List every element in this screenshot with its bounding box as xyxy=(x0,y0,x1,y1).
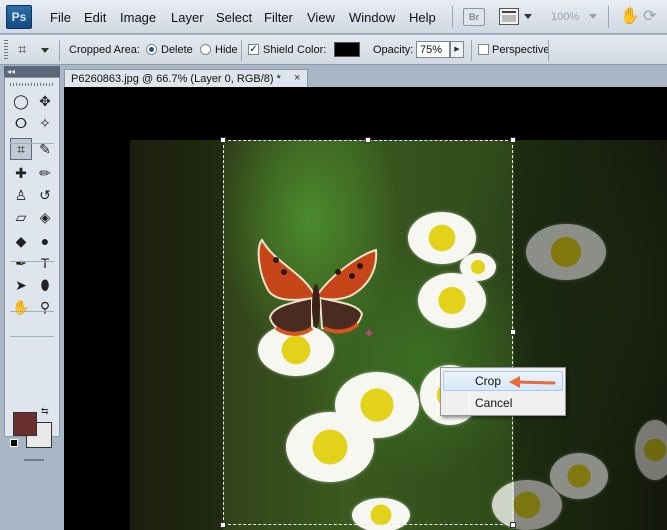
shield-checkbox[interactable]: ✓ xyxy=(248,44,259,55)
shape-tool-icon[interactable]: ⬮ xyxy=(34,274,56,296)
hide-radio[interactable] xyxy=(200,44,211,55)
zoom-tool-icon[interactable]: ⚲ xyxy=(34,296,56,318)
quick-mask-button[interactable] xyxy=(24,459,44,461)
toolbox: ◂◂ ◯ ✥ ⵔ ✧ ⌗ ✎ ✚ ✏ ♙ ↺ ▱ ◈ ◆ ● ✒ T ➤ ⬮ ✋ ⚲ ⇆ xyxy=(0,66,64,530)
opacity-slider-arrow-icon[interactable]: ▶ xyxy=(450,41,464,58)
bridge-button[interactable]: Br xyxy=(463,8,485,26)
clone-stamp-tool-icon[interactable]: ♙ xyxy=(10,184,32,206)
perspective-label[interactable]: Perspective xyxy=(492,44,549,56)
close-icon[interactable]: × xyxy=(294,72,300,84)
move-tool-icon[interactable]: ✥ xyxy=(34,90,56,112)
pen-tool-icon[interactable]: ✒ xyxy=(10,252,32,274)
menu-help[interactable]: Help xyxy=(409,10,436,25)
perspective-checkbox[interactable] xyxy=(478,44,489,55)
zoom-chevron-down-icon[interactable] xyxy=(589,14,597,19)
magic-wand-tool-icon[interactable]: ✧ xyxy=(34,112,56,134)
screen-mode-chevron-down-icon[interactable] xyxy=(524,14,532,19)
delete-radio[interactable] xyxy=(146,44,157,55)
lasso-tool-icon[interactable]: ⵔ xyxy=(10,112,32,134)
shield-color-swatch[interactable] xyxy=(334,42,360,57)
menu-window[interactable]: Window xyxy=(349,10,395,25)
opacity-label: Opacity: xyxy=(373,44,414,56)
menu-layer[interactable]: Layer xyxy=(171,10,204,25)
crop-handle-top-right[interactable] xyxy=(510,137,516,143)
paint-bucket-tool-icon[interactable]: ◈ xyxy=(34,206,56,228)
history-brush-tool-icon[interactable]: ↺ xyxy=(34,184,56,206)
document-tab-title: P6260863.jpg @ 66.7% (Layer 0, RGB/8) * xyxy=(71,73,281,85)
shield-label[interactable]: Shield xyxy=(263,44,294,56)
preset-chevron-down-icon[interactable] xyxy=(41,48,49,53)
marquee-tool-icon[interactable]: ◯ xyxy=(10,90,32,112)
dodge-tool-icon[interactable]: ● xyxy=(34,230,56,252)
toolbox-divider xyxy=(10,261,54,262)
type-tool-icon[interactable]: T xyxy=(34,252,56,274)
toolbox-grip[interactable] xyxy=(10,83,54,86)
toolbox-divider xyxy=(10,336,54,337)
crop-handle-right[interactable] xyxy=(510,329,516,335)
crop-preset-icon[interactable]: ⌗ xyxy=(18,41,40,59)
hand-icon[interactable]: ✋ xyxy=(620,8,640,26)
menu-filter[interactable]: Filter xyxy=(264,10,293,25)
toolbox-divider xyxy=(10,311,54,312)
crop-shield-left xyxy=(130,140,223,530)
options-grip[interactable] xyxy=(4,40,8,60)
opacity-input[interactable]: 75% xyxy=(416,41,450,58)
menu-select[interactable]: Select xyxy=(216,10,252,25)
options-separator xyxy=(548,40,549,61)
brush-tool-icon[interactable]: ✏ xyxy=(34,162,56,184)
document-tab[interactable]: P6260863.jpg @ 66.7% (Layer 0, RGB/8) * … xyxy=(64,69,308,87)
zoom-level[interactable]: 100% xyxy=(551,11,579,23)
eyedropper-tool-icon[interactable]: ✎ xyxy=(34,138,56,160)
menu-image[interactable]: Image xyxy=(120,10,156,25)
blur-tool-icon[interactable]: ◆ xyxy=(10,230,32,252)
options-bar: ⌗ Cropped Area: Delete Hide ✓ Shield Col… xyxy=(0,35,667,65)
options-separator xyxy=(471,40,472,61)
hand-tool-icon[interactable]: ✋ xyxy=(10,296,32,318)
healing-brush-tool-icon[interactable]: ✚ xyxy=(10,162,32,184)
swap-colors-icon[interactable]: ⇆ xyxy=(41,406,49,417)
document-tab-strip: P6260863.jpg @ 66.7% (Layer 0, RGB/8) * … xyxy=(64,66,667,87)
menu-edit[interactable]: Edit xyxy=(84,10,106,25)
foreground-color-swatch[interactable] xyxy=(13,412,37,436)
annotation-arrow-icon xyxy=(509,376,556,388)
crop-center-icon[interactable]: ✦ xyxy=(363,326,375,340)
photoshop-logo: Ps xyxy=(6,5,32,29)
menu-view[interactable]: View xyxy=(307,10,335,25)
menu-separator xyxy=(608,6,609,28)
screen-mode-button[interactable] xyxy=(499,8,519,25)
crop-tool-icon[interactable]: ⌗ xyxy=(10,138,32,160)
toolbox-divider xyxy=(10,143,54,144)
eraser-tool-icon[interactable]: ▱ xyxy=(10,206,32,228)
options-separator xyxy=(59,40,60,61)
crop-handle-bottom-left[interactable] xyxy=(220,522,226,528)
path-selection-tool-icon[interactable]: ➤ xyxy=(10,274,32,296)
hide-label[interactable]: Hide xyxy=(215,44,238,56)
color-label: Color: xyxy=(297,44,327,56)
menu-bar: Ps File Edit Image Layer Select Filter V… xyxy=(0,0,667,34)
options-separator xyxy=(241,40,242,61)
menu-separator xyxy=(452,6,453,28)
cropped-area-label: Cropped Area: xyxy=(69,44,140,56)
cancel-menu-item[interactable]: Cancel xyxy=(443,393,563,413)
toolbox-collapse-icon[interactable]: ◂◂ xyxy=(4,66,60,77)
crop-handle-top-left[interactable] xyxy=(220,137,226,143)
default-colors-icon[interactable] xyxy=(10,439,18,447)
menu-file[interactable]: File xyxy=(50,10,71,25)
crop-handle-top[interactable] xyxy=(365,137,371,143)
crop-handle-bottom-right[interactable] xyxy=(510,522,516,528)
delete-label[interactable]: Delete xyxy=(161,44,193,56)
crop-shield-right xyxy=(514,140,667,530)
rotate-view-icon[interactable]: ⟳ xyxy=(643,8,663,26)
